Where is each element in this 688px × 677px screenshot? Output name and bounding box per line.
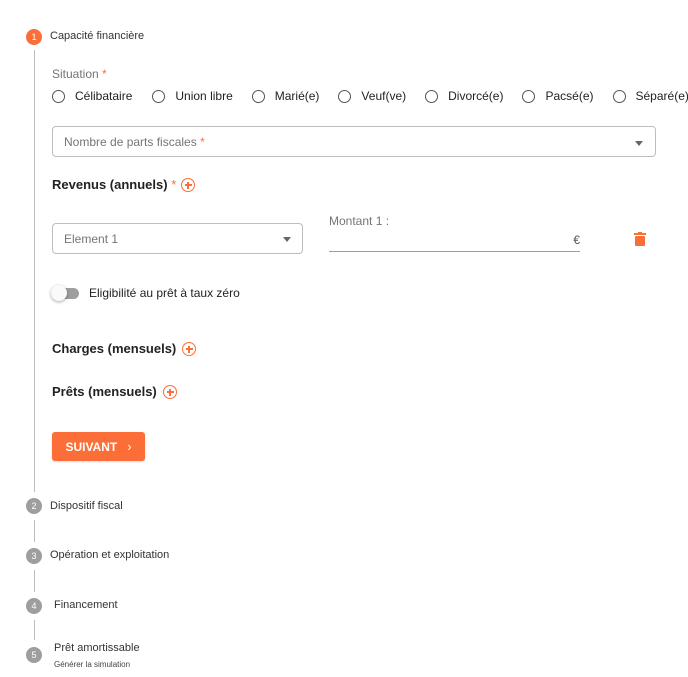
stepper-line-3 <box>34 570 35 592</box>
required-mark: * <box>200 134 205 149</box>
stepper-line-4 <box>34 620 35 640</box>
chevron-right-icon: › <box>127 439 132 454</box>
required-mark: * <box>171 177 177 192</box>
montant-label: Montant 1 : <box>329 214 390 228</box>
radio-label: Veuf(ve) <box>361 89 407 103</box>
trash-icon[interactable] <box>634 232 646 246</box>
step-4-label[interactable]: Financement <box>54 599 118 611</box>
placeholder-text: Nombre de parts fiscales <box>64 134 197 149</box>
situation-radio-group: Célibataire Union libre Marié(e) Veuf(ve… <box>52 89 688 103</box>
toggle-thumb <box>51 285 67 301</box>
step-5-circle: 5 <box>26 647 42 663</box>
radio-circle-icon <box>425 89 439 103</box>
radio-label: Célibataire <box>75 89 133 103</box>
radio-circle-icon <box>338 89 352 103</box>
step-5-sublabel: Générer la simulation <box>54 660 131 669</box>
situation-label: Situation * <box>52 67 107 81</box>
caret-down-icon <box>635 141 643 146</box>
step-3-circle: 3 <box>26 548 42 564</box>
parts-fiscales-placeholder: Nombre de parts fiscales * <box>64 135 205 149</box>
revenu-element-value: Element 1 <box>64 231 119 246</box>
radio-marie[interactable]: Marié(e) <box>251 89 320 103</box>
situation-label-text: Situation <box>52 67 99 81</box>
currency-symbol: € <box>573 233 580 247</box>
step-2-circle: 2 <box>26 498 42 514</box>
step-3-label[interactable]: Opération et exploitation <box>50 549 169 561</box>
radio-celibataire[interactable]: Célibataire <box>52 89 132 103</box>
radio-separe[interactable]: Séparé(e) <box>612 89 688 103</box>
radio-circle-icon <box>612 89 626 103</box>
radio-label: Marié(e) <box>274 89 320 103</box>
radio-veuf[interactable]: Veuf(ve) <box>338 89 406 103</box>
step-4-circle: 4 <box>26 598 42 614</box>
step-2-label[interactable]: Dispositif fiscal <box>50 500 123 512</box>
ptz-label: Eligibilité au prêt à taux zéro <box>89 286 240 300</box>
radio-circle-icon <box>251 89 265 103</box>
stepper-line-1 <box>34 50 35 492</box>
radio-union-libre[interactable]: Union libre <box>152 89 233 103</box>
charges-title: Charges (mensuels) <box>52 341 177 356</box>
revenus-title-text: Revenus (annuels) <box>52 177 168 192</box>
caret-down-icon <box>283 237 291 242</box>
radio-label: Séparé(e) <box>635 89 688 103</box>
ptz-toggle[interactable] <box>51 285 81 301</box>
radio-label: Union libre <box>175 89 233 103</box>
next-button[interactable]: SUIVANT › <box>52 432 145 461</box>
step-5-label[interactable]: Prêt amortissable <box>54 642 140 654</box>
next-button-label: SUIVANT <box>65 439 118 454</box>
step-1-label[interactable]: Capacité financière <box>50 30 144 42</box>
prets-title: Prêts (mensuels) <box>52 384 157 399</box>
radio-label: Divorcé(e) <box>448 89 504 103</box>
radio-pacse[interactable]: Pacsé(e) <box>522 89 594 103</box>
step-1-circle: 1 <box>26 29 42 45</box>
required-mark: * <box>102 67 107 81</box>
radio-circle-icon <box>522 89 536 103</box>
radio-label: Pacsé(e) <box>545 89 594 103</box>
revenu-element-select[interactable]: Element 1 <box>52 223 303 254</box>
add-revenu-plus-icon[interactable] <box>181 178 195 192</box>
add-charge-plus-icon[interactable] <box>182 342 196 356</box>
stepper-line-2 <box>34 520 35 542</box>
revenus-title: Revenus (annuels) * <box>52 177 176 192</box>
add-pret-plus-icon[interactable] <box>163 385 177 399</box>
montant-input[interactable]: € <box>329 230 580 252</box>
radio-divorce[interactable]: Divorcé(e) <box>425 89 503 103</box>
radio-circle-icon <box>52 89 65 103</box>
parts-fiscales-select[interactable]: Nombre de parts fiscales * <box>52 126 656 157</box>
radio-circle-icon <box>152 89 166 103</box>
